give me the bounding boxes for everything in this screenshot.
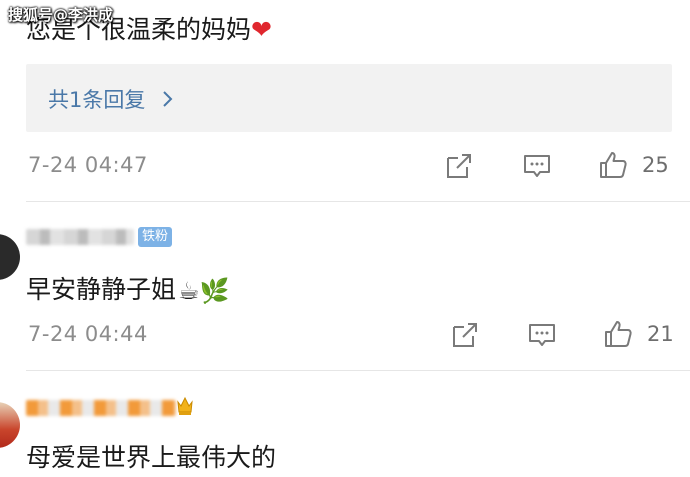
username-blurred[interactable] bbox=[26, 400, 176, 416]
coffee-leaf-emoji: ☕🌿 bbox=[178, 277, 230, 305]
thumbs-up-icon[interactable] bbox=[598, 150, 628, 180]
like-count: 21 bbox=[647, 322, 674, 346]
share-icon[interactable] bbox=[450, 320, 480, 350]
crown-icon bbox=[176, 394, 194, 416]
comment-body: 早安静静子姐☕🌿 bbox=[26, 270, 229, 306]
comment-time: 7-24 04:44 bbox=[28, 322, 148, 346]
watermark: 搜狐号@李洪成 bbox=[8, 6, 114, 24]
thumbs-up-icon[interactable] bbox=[603, 319, 633, 349]
heart-emoji: ❤ bbox=[251, 15, 272, 44]
comment-time: 7-24 04:47 bbox=[28, 153, 148, 177]
like-count: 25 bbox=[642, 153, 669, 177]
divider bbox=[26, 370, 690, 371]
comment-text: 早安静静子姐 bbox=[26, 275, 177, 304]
comment-icon[interactable] bbox=[527, 320, 557, 350]
share-icon[interactable] bbox=[444, 151, 474, 181]
comment-icon[interactable] bbox=[522, 151, 552, 181]
divider bbox=[26, 201, 690, 202]
username-blurred[interactable] bbox=[26, 229, 134, 245]
avatar[interactable] bbox=[0, 234, 20, 280]
avatar[interactable] bbox=[0, 402, 20, 448]
fan-badge: 铁粉 bbox=[138, 227, 173, 247]
chevron-right-icon bbox=[162, 89, 174, 113]
replies-label: 共1条回复 bbox=[48, 88, 146, 112]
comment-text: 母爱是世界上最伟大的 bbox=[26, 443, 277, 472]
view-replies-link[interactable]: 共1条回复 bbox=[48, 84, 174, 114]
